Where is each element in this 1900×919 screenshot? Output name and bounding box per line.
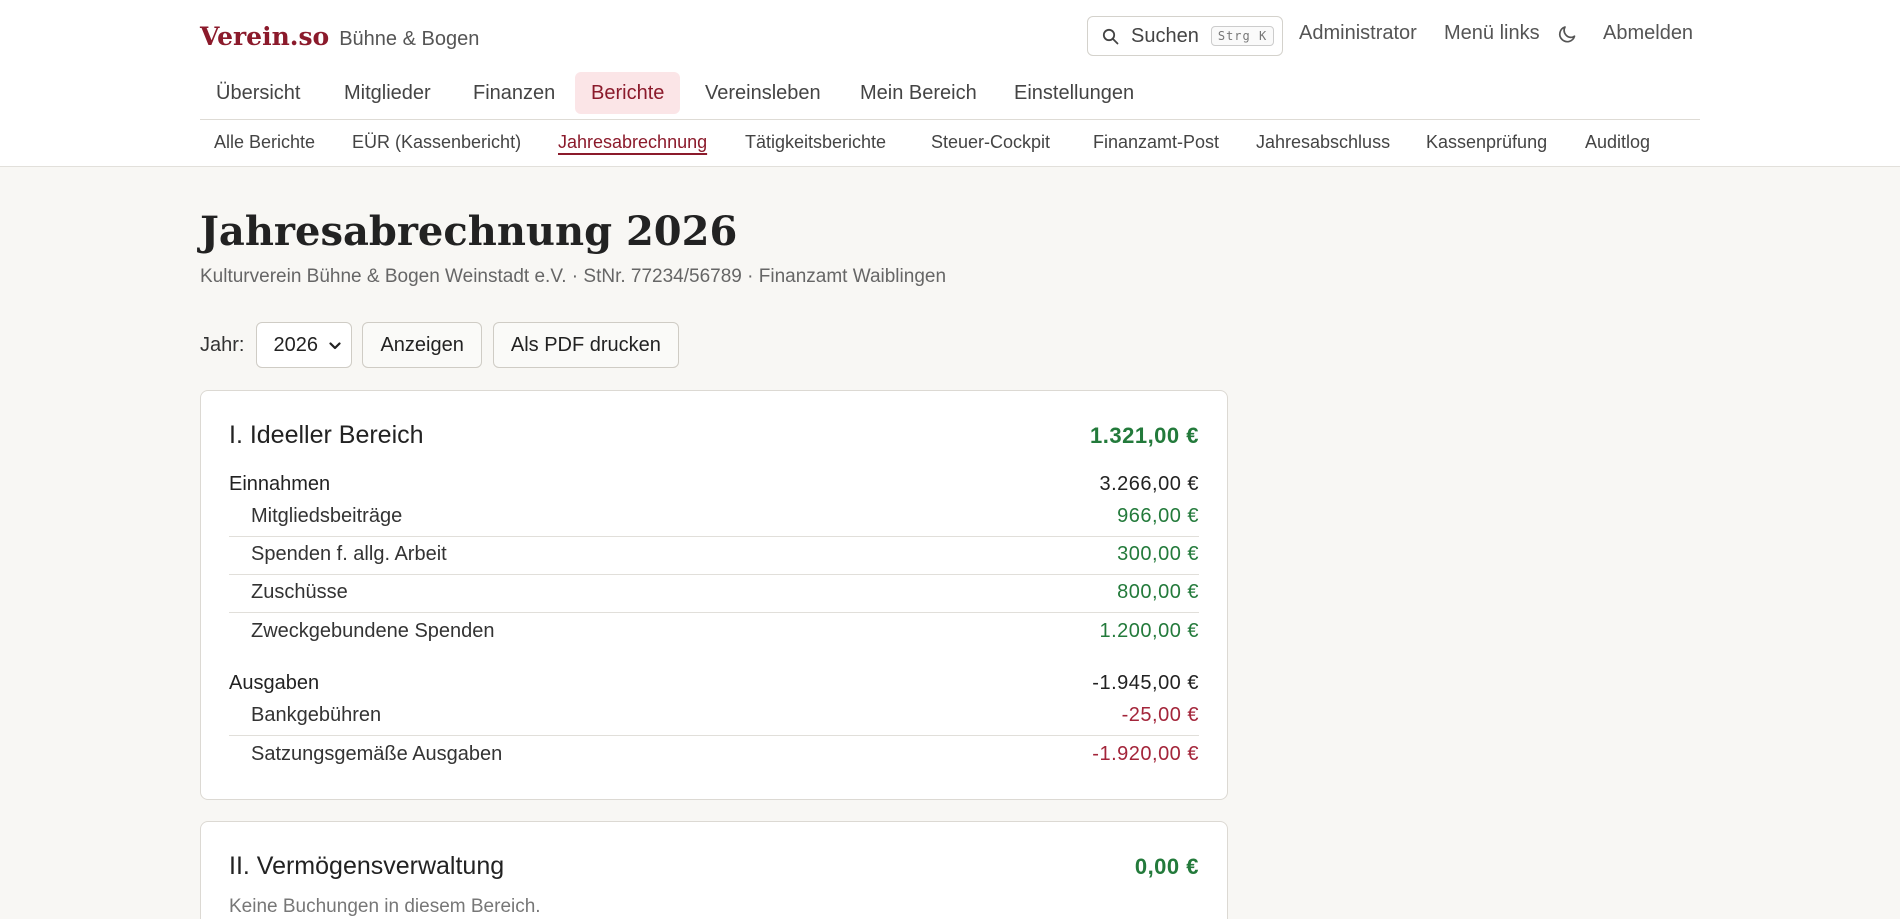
year-value: 2026: [273, 333, 318, 356]
expenses-label: Ausgaben: [229, 672, 320, 694]
subnav-label: Tätigkeitsberichte: [745, 132, 887, 152]
row-label: Zuschüsse: [251, 581, 348, 603]
year-label: Jahr:: [200, 333, 245, 356]
search-label: Suchen: [1131, 24, 1199, 47]
subnav-jahresabrechnung[interactable]: Jahresabrechnung: [544, 132, 721, 153]
subnav-label: Finanzamt-Post: [1093, 132, 1220, 152]
section-title: I. Ideeller Bereich: [229, 421, 424, 449]
subnav-label: Jahresabschluss: [1256, 132, 1391, 152]
row-label: Spenden f. allg. Arbeit: [251, 543, 447, 565]
subnav-steuer-cockpit[interactable]: Steuer-Cockpit: [917, 132, 1064, 153]
row-label: Mitgliedsbeiträge: [251, 505, 403, 527]
section-total: 0,00 €: [1134, 854, 1199, 879]
section-header: II. Vermögensverwaltung 0,00 €: [229, 852, 1199, 886]
table-row: Zuschüsse 800,00 €: [229, 575, 1199, 613]
show-button[interactable]: Anzeigen: [362, 322, 482, 368]
nav-finanzen[interactable]: Finanzen: [457, 72, 571, 114]
subnav-auditlog[interactable]: Auditlog: [1571, 132, 1664, 153]
subnav-kassenpruefung[interactable]: Kassenprüfung: [1412, 132, 1561, 153]
subnav-label: Alle Berichte: [214, 132, 316, 152]
table-row: Zweckgebundene Spenden 1.200,00 €: [229, 614, 1199, 652]
subnav-label: Kassenprüfung: [1426, 132, 1548, 152]
subnav-label: Auditlog: [1585, 132, 1651, 152]
top-header: Verein.so Bühne & Bogen Suchen Strg K Ad…: [0, 0, 1900, 167]
search-icon: [1102, 28, 1119, 45]
row-amount: 800,00 €: [1117, 581, 1199, 603]
income-header: Einnahmen 3.266,00 €: [229, 473, 1199, 501]
subnav-alle-berichte[interactable]: Alle Berichte: [200, 132, 329, 153]
section-title: II. Vermögensverwaltung: [229, 852, 505, 880]
search-button[interactable]: Suchen Strg K: [1087, 16, 1283, 56]
page-subtitle: Kulturverein Bühne & Bogen Weinstadt e.V…: [200, 266, 947, 287]
year-select[interactable]: 2026: [256, 322, 353, 368]
brand-logo[interactable]: Verein.so: [200, 22, 329, 51]
year-filter: Jahr: 2026 Anzeigen Als PDF drucken: [200, 322, 690, 368]
nav-mein-bereich[interactable]: Mein Bereich: [844, 72, 993, 114]
row-amount: 966,00 €: [1117, 505, 1199, 527]
table-row: Bankgebühren -25,00 €: [229, 698, 1199, 736]
nav-mitglieder[interactable]: Mitglieder: [328, 72, 447, 114]
row-amount: -1.920,00 €: [1092, 743, 1199, 765]
row-label: Zweckgebundene Spenden: [251, 620, 495, 642]
subnav-finanzamt-post[interactable]: Finanzamt-Post: [1079, 132, 1233, 153]
nav-uebersicht[interactable]: Übersicht: [200, 72, 316, 114]
page-title: Jahresabrechnung 2026: [200, 208, 738, 255]
main-nav: Übersicht Mitglieder Finanzen Berichte V…: [200, 72, 1700, 120]
table-row: Spenden f. allg. Arbeit 300,00 €: [229, 537, 1199, 575]
print-pdf-button[interactable]: Als PDF drucken: [492, 322, 679, 368]
section-total: 1.321,00 €: [1090, 423, 1199, 448]
nav-einstellungen[interactable]: Einstellungen: [998, 72, 1150, 114]
row-label: Satzungsgemäße Ausgaben: [251, 743, 503, 765]
row-amount: -25,00 €: [1121, 704, 1199, 726]
nav-berichte[interactable]: Berichte: [575, 72, 681, 114]
subnav-label: Jahresabrechnung: [558, 132, 708, 152]
club-name: Bühne & Bogen: [339, 28, 480, 50]
sub-nav: Alle Berichte EÜR (Kassenbericht) Jahres…: [200, 122, 1700, 166]
subnav-euer[interactable]: EÜR (Kassenbericht): [338, 132, 535, 153]
subnav-jahresabschluss[interactable]: Jahresabschluss: [1242, 132, 1404, 153]
nav-vereinsleben[interactable]: Vereinsleben: [689, 72, 837, 114]
row-label: Bankgebühren: [251, 704, 382, 726]
subnav-label: EÜR (Kassenbericht): [352, 132, 522, 152]
income-sum: 3.266,00 €: [1099, 473, 1199, 495]
empty-note: Keine Buchungen in diesem Bereich.: [229, 896, 541, 917]
chevron-down-icon: [329, 334, 342, 357]
section-vermoegensverwaltung: II. Vermögensverwaltung 0,00 € Keine Buc…: [200, 821, 1228, 919]
table-row: Satzungsgemäße Ausgaben -1.920,00 €: [229, 737, 1199, 775]
income-label: Einnahmen: [229, 473, 331, 495]
expenses-sum: -1.945,00 €: [1092, 672, 1199, 694]
table-row: Mitgliedsbeiträge 966,00 €: [229, 499, 1199, 537]
row-amount: 1.200,00 €: [1099, 620, 1199, 642]
subnav-label: Steuer-Cockpit: [931, 132, 1051, 152]
menu-left-link[interactable]: Menü links: [1444, 22, 1540, 45]
section-ideeller-bereich: I. Ideeller Bereich 1.321,00 € Einnahmen…: [200, 390, 1228, 800]
row-amount: 300,00 €: [1117, 543, 1199, 565]
logout-link[interactable]: Abmelden: [1603, 22, 1693, 45]
search-shortcut: Strg K: [1210, 26, 1275, 46]
subnav-taetigkeitsberichte[interactable]: Tätigkeitsberichte: [731, 132, 900, 153]
brand[interactable]: Verein.so Bühne & Bogen: [200, 22, 479, 51]
section-header: I. Ideeller Bereich 1.321,00 €: [229, 421, 1199, 455]
expenses-header: Ausgaben -1.945,00 €: [229, 672, 1199, 700]
moon-icon[interactable]: [1557, 23, 1579, 45]
admin-link[interactable]: Administrator: [1299, 22, 1417, 45]
